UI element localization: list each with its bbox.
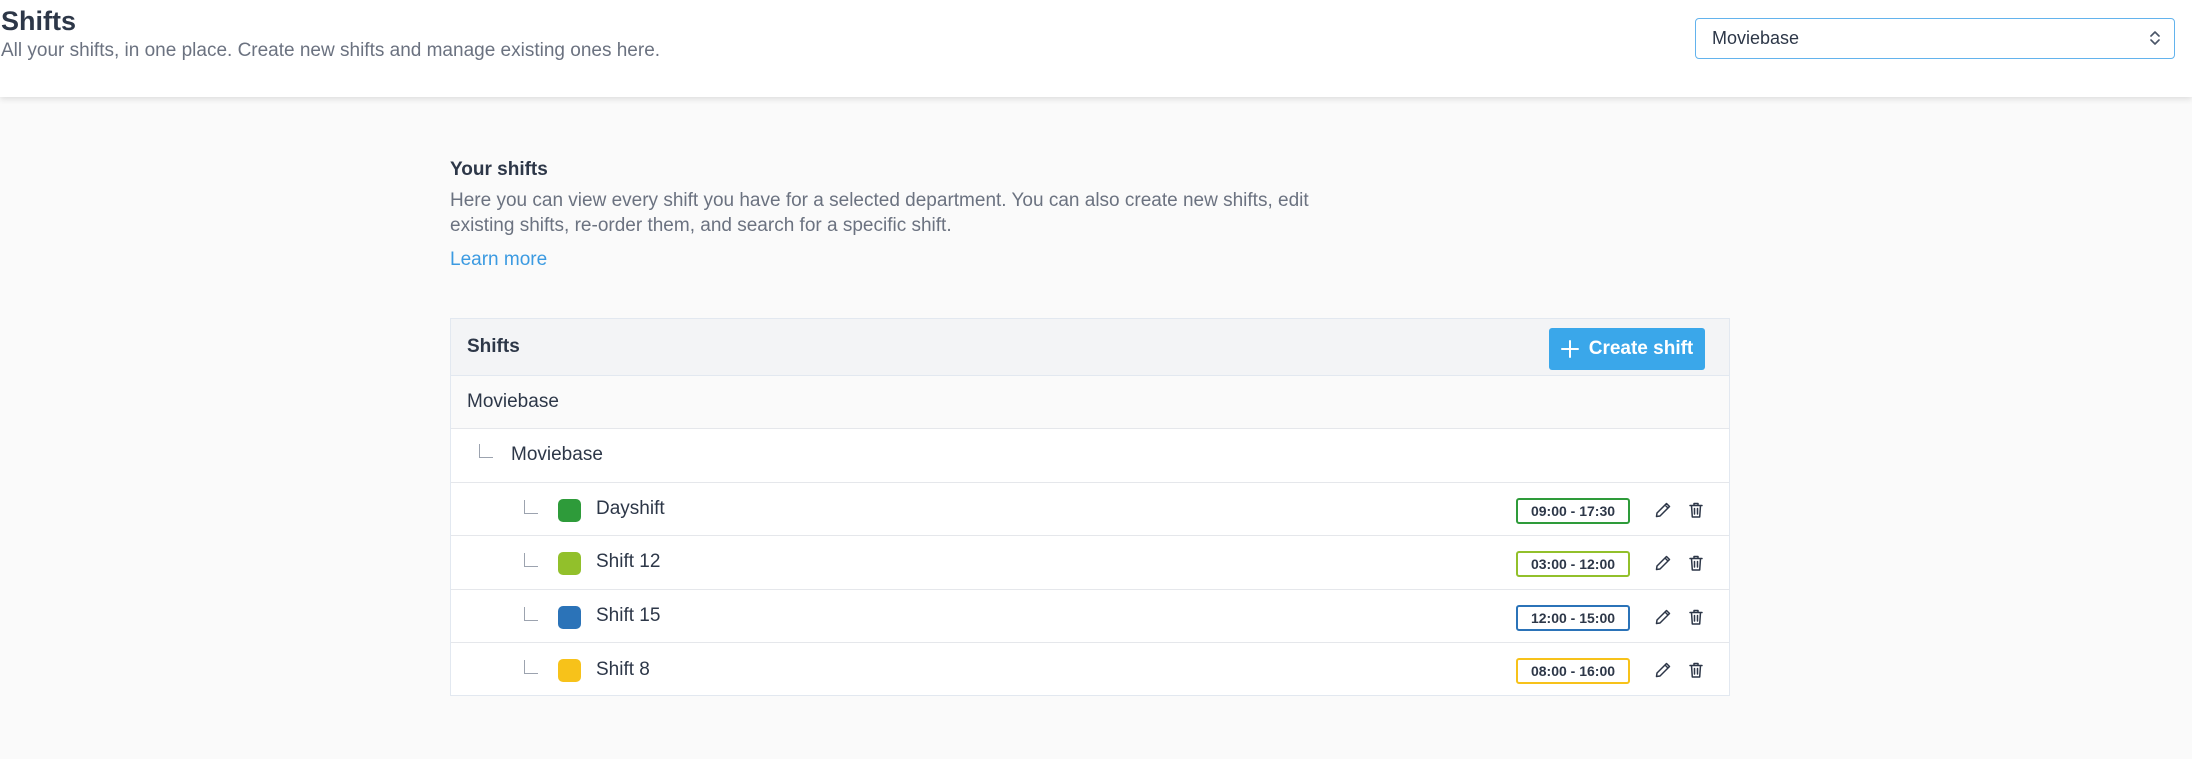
tree-branch-icon [524,499,538,514]
section-heading: Your shifts [450,159,548,180]
create-shift-label: Create shift [1588,338,1694,359]
trash-icon[interactable] [1685,606,1707,628]
edit-icon[interactable] [1652,499,1674,521]
tree-branch-icon [524,553,538,567]
tree-branch-icon [524,606,538,621]
trash-icon[interactable] [1685,499,1707,521]
shift-color-swatch [558,659,581,682]
plus-icon [1560,340,1579,358]
department-select[interactable]: Moviebase [1695,18,2175,59]
trash-icon[interactable] [1685,659,1707,681]
learn-more-link[interactable]: Learn more [450,249,547,271]
shift-name: Shift 12 [596,551,661,573]
shift-color-swatch [558,552,581,575]
shift-row[interactable]: Shift 8 08:00 - 16:00 [451,643,1729,697]
shift-color-swatch [558,605,581,629]
chevron-up-down-icon [2148,28,2162,48]
page-subtitle: All your shifts, in one place. Create ne… [1,40,661,61]
subdepartment-row: Moviebase [451,429,1729,483]
shift-row[interactable]: Dayshift 09:00 - 17:30 [451,483,1729,536]
shift-time-badge: 03:00 - 12:00 [1516,551,1630,577]
shift-time-badge: 08:00 - 16:00 [1516,658,1630,684]
page-title: Shifts [1,6,77,36]
shift-name: Shift 15 [596,604,661,626]
edit-icon[interactable] [1652,659,1674,681]
panel-title: Shifts [467,336,520,357]
page-header: Shifts All your shifts, in one place. Cr… [0,0,2192,97]
tree-branch-icon [524,660,538,674]
trash-icon[interactable] [1685,552,1707,574]
department-row: Moviebase [451,376,1729,429]
tree-branch-icon [479,444,493,458]
subdepartment-name: Moviebase [511,444,603,466]
shift-time-badge: 09:00 - 17:30 [1516,497,1630,524]
shift-name: Shift 8 [596,658,650,680]
shift-color-swatch [558,498,581,522]
shift-row[interactable]: Shift 12 03:00 - 12:00 [451,536,1729,590]
department-select-value: Moviebase [1712,28,1800,48]
section-description: Here you can view every shift you have f… [450,190,1309,236]
shift-name: Dayshift [596,497,665,519]
create-shift-button[interactable]: Create shift [1549,328,1705,370]
shift-row[interactable]: Shift 15 12:00 - 15:00 [451,590,1729,643]
edit-icon[interactable] [1652,606,1674,628]
shifts-panel: Shifts Create shift Moviebase Moviebase … [450,318,1730,696]
edit-icon[interactable] [1652,552,1674,574]
department-name: Moviebase [467,391,559,412]
shift-time-badge: 12:00 - 15:00 [1516,604,1630,631]
panel-header: Shifts Create shift [451,319,1729,376]
